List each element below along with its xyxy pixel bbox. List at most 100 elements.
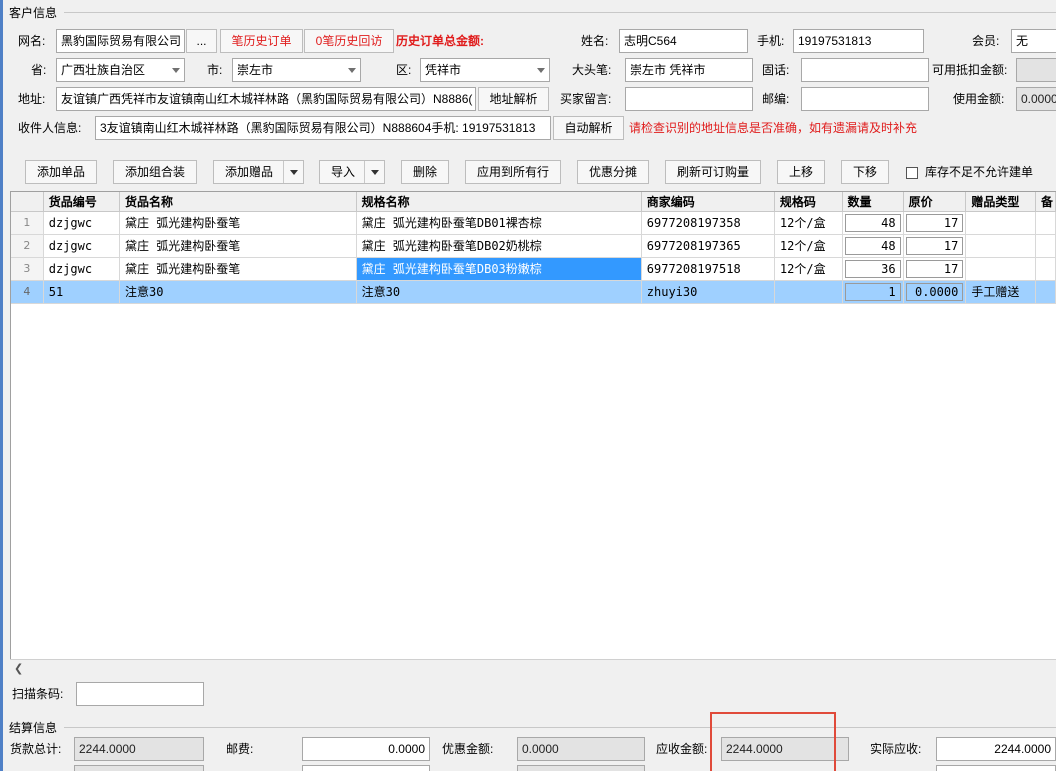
cell-merchant-code[interactable]: zhuyi30 (641, 280, 775, 304)
cell-spec-selected[interactable]: 黛庄 弧光建构卧蚕笔DB03粉嫩棕 (356, 257, 642, 281)
cell-spec-code[interactable]: 12个/盒 (774, 257, 843, 281)
column-header[interactable]: 备 (1035, 192, 1056, 212)
price-value[interactable]: 17 (905, 213, 964, 232)
phone-field[interactable] (801, 58, 929, 82)
cell-gift-type[interactable] (965, 211, 1036, 235)
column-header[interactable]: 货品编号 (43, 192, 121, 212)
cell-price[interactable]: 17 (903, 257, 967, 281)
cell-spec-code[interactable]: 12个/盒 (774, 211, 843, 235)
auto-parse-button[interactable]: 自动解析 (553, 116, 624, 140)
district-select[interactable]: 凭祥市 (420, 58, 550, 82)
discount-amount-field: 0.0000 (517, 737, 645, 761)
city-label: 市: (207, 63, 223, 77)
qty-value[interactable]: 48 (844, 236, 901, 255)
column-header[interactable]: 货品名称 (119, 192, 357, 212)
cell-price[interactable]: 17 (903, 234, 967, 258)
zip-field[interactable] (801, 87, 929, 111)
actual-receivable-field[interactable]: 2244.0000 (936, 737, 1056, 761)
nickname-field[interactable]: 黑豹国际贸易有限公司 (56, 29, 185, 53)
price-value[interactable]: 0.0000 (905, 282, 964, 301)
buyer-message-label: 买家留言: (560, 92, 612, 106)
member-field[interactable]: 无 (1011, 29, 1056, 53)
order-items-grid[interactable]: 货品编号 货品名称 规格名称 商家编码 规格码 数量 原价 赠品类型 备 1 d… (10, 191, 1056, 659)
cell-extra[interactable] (1035, 211, 1056, 235)
qty-value[interactable]: 48 (844, 213, 901, 232)
table-row[interactable]: 1 dzjgwc 黛庄 弧光建构卧蚕笔 黛庄 弧光建构卧蚕笔DB01裸杏棕 69… (11, 211, 1056, 235)
delete-button[interactable]: 删除 (401, 160, 449, 184)
discount-split-button[interactable]: 优惠分摊 (577, 160, 649, 184)
cell-name[interactable]: 黛庄 弧光建构卧蚕笔 (119, 257, 357, 281)
cell-qty[interactable]: 1 (842, 280, 904, 304)
address-parse-button[interactable]: 地址解析 (478, 87, 549, 111)
mobile-field[interactable]: 19197531813 (793, 29, 924, 53)
table-row[interactable]: 2 dzjgwc 黛庄 弧光建构卧蚕笔 黛庄 弧光建构卧蚕笔DB02奶桃棕 69… (11, 234, 1056, 258)
cell-spec-code[interactable]: 12个/盒 (774, 234, 843, 258)
apply-all-rows-button[interactable]: 应用到所有行 (465, 160, 561, 184)
partial-field (936, 765, 1056, 771)
cell-extra[interactable] (1035, 257, 1056, 281)
qty-value[interactable]: 1 (844, 282, 901, 301)
more-button[interactable]: ... (186, 29, 217, 53)
scan-barcode-input[interactable] (76, 682, 204, 706)
name-field[interactable]: 志明C564 (619, 29, 748, 53)
marker-field[interactable]: 崇左市 凭祥市 (625, 58, 753, 82)
cell-qty[interactable]: 48 (842, 234, 904, 258)
stock-check-checkbox[interactable] (906, 167, 918, 179)
cell-code[interactable]: dzjgwc (43, 211, 121, 235)
cell-code[interactable]: dzjgwc (43, 234, 121, 258)
add-gift-dropdown[interactable] (283, 161, 303, 183)
cell-qty[interactable]: 48 (842, 211, 904, 235)
cell-name[interactable]: 黛庄 弧光建构卧蚕笔 (119, 234, 357, 258)
column-header[interactable]: 赠品类型 (965, 192, 1036, 212)
city-value: 崇左市 (237, 63, 274, 77)
cell-gift-type[interactable] (965, 234, 1036, 258)
cell-spec[interactable]: 注意30 (356, 280, 642, 304)
cell-code[interactable]: dzjgwc (43, 257, 121, 281)
add-gift-button[interactable]: 添加赠品 (213, 160, 304, 184)
column-header[interactable]: 规格码 (774, 192, 843, 212)
cell-spec[interactable]: 黛庄 弧光建构卧蚕笔DB01裸杏棕 (356, 211, 642, 235)
move-down-button[interactable]: 下移 (841, 160, 889, 184)
mobile-label: 手机: (757, 34, 785, 48)
cell-price[interactable]: 0.0000 (903, 280, 967, 304)
cell-name[interactable]: 黛庄 弧光建构卧蚕笔 (119, 211, 357, 235)
horizontal-scrollbar[interactable]: ❮ (10, 659, 1056, 676)
buyer-message-field[interactable] (625, 87, 753, 111)
column-header[interactable]: 商家编码 (641, 192, 775, 212)
cell-qty[interactable]: 36 (842, 257, 904, 281)
add-item-button[interactable]: 添加单品 (25, 160, 97, 184)
cell-price[interactable]: 17 (903, 211, 967, 235)
history-visits-button[interactable]: 0笔历史回访 (304, 29, 394, 53)
price-value[interactable]: 17 (905, 236, 964, 255)
cell-extra[interactable] (1035, 280, 1056, 304)
address-field[interactable]: 友谊镇广西凭祥市友谊镇南山红木城祥林路（黑豹国际贸易有限公司）N8886( (56, 87, 476, 111)
cell-merchant-code[interactable]: 6977208197518 (641, 257, 775, 281)
import-dropdown[interactable] (364, 161, 384, 183)
postage-field[interactable]: 0.0000 (302, 737, 430, 761)
move-up-button[interactable]: 上移 (777, 160, 825, 184)
column-header[interactable]: 原价 (903, 192, 967, 212)
table-row-selected[interactable]: 4 51 注意30 注意30 zhuyi30 1 0.0000 手工赠送 (11, 280, 1056, 304)
cell-code[interactable]: 51 (43, 280, 121, 304)
city-select[interactable]: 崇左市 (232, 58, 361, 82)
province-select[interactable]: 广西壮族自治区 (56, 58, 185, 82)
qty-value[interactable]: 36 (844, 259, 901, 278)
cell-spec[interactable]: 黛庄 弧光建构卧蚕笔DB02奶桃棕 (356, 234, 642, 258)
add-combo-button[interactable]: 添加组合装 (113, 160, 197, 184)
price-value[interactable]: 17 (905, 259, 964, 278)
cell-merchant-code[interactable]: 6977208197358 (641, 211, 775, 235)
cell-gift-type[interactable]: 手工赠送 (965, 280, 1036, 304)
refresh-qty-button[interactable]: 刷新可订购量 (665, 160, 761, 184)
cell-name[interactable]: 注意30 (119, 280, 357, 304)
import-button[interactable]: 导入 (319, 160, 385, 184)
scroll-left-icon[interactable]: ❮ (14, 664, 23, 675)
cell-gift-type[interactable] (965, 257, 1036, 281)
cell-spec-code[interactable] (774, 280, 843, 304)
cell-extra[interactable] (1035, 234, 1056, 258)
table-row[interactable]: 3 dzjgwc 黛庄 弧光建构卧蚕笔 黛庄 弧光建构卧蚕笔DB03粉嫩棕 69… (11, 257, 1056, 281)
column-header[interactable]: 规格名称 (356, 192, 642, 212)
receiver-field[interactable]: 3友谊镇南山红木城祥林路（黑豹国际贸易有限公司）N888604手机: 19197… (95, 116, 551, 140)
column-header[interactable]: 数量 (842, 192, 904, 212)
cell-merchant-code[interactable]: 6977208197365 (641, 234, 775, 258)
history-orders-button[interactable]: 笔历史订单 (220, 29, 303, 53)
